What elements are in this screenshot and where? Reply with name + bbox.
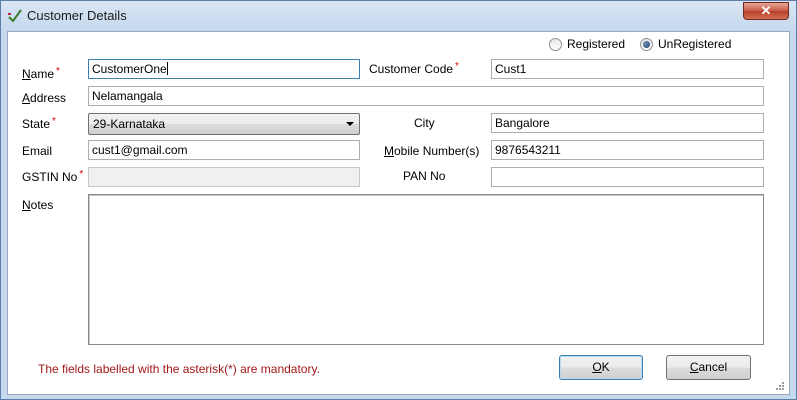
form-panel: Registered UnRegistered Name * CustomerOn… [7,31,790,395]
customer-details-window: Customer Details ✕ Registered UnRegister… [0,0,797,400]
required-marker: * [56,66,60,77]
mobile-label: Mobile Number(s) [384,144,480,158]
pan-input[interactable] [491,167,764,187]
notes-textarea[interactable] [88,194,764,345]
close-button[interactable]: ✕ [743,2,789,20]
chevron-down-icon [346,122,354,126]
app-icon [8,9,22,23]
registered-radio[interactable] [549,38,562,51]
required-marker: * [455,61,459,72]
close-icon: ✕ [760,3,772,18]
customer-code-label: Customer Code * [369,61,459,76]
email-input[interactable]: cust1@gmail.com [88,140,360,160]
email-label: Email [22,144,53,158]
state-selected-value: 29-Karnataka [93,117,166,131]
gstin-input [88,167,360,187]
address-input[interactable]: Nelamangala [88,86,764,106]
window-title: Customer Details [27,8,127,23]
customer-code-input[interactable]: Cust1 [491,59,764,79]
city-input[interactable]: Bangalore [491,113,764,133]
title-bar[interactable]: Customer Details ✕ [1,1,796,31]
ok-button[interactable]: OK [559,355,643,380]
state-dropdown[interactable]: 29-Karnataka [88,113,360,135]
cancel-button[interactable]: Cancel [666,355,751,380]
gstin-label: GSTIN No * [22,169,84,184]
notes-label: Notes [22,198,54,212]
name-input[interactable]: CustomerOne [88,59,360,79]
registered-label[interactable]: Registered [567,37,625,51]
city-label: City [414,116,435,130]
name-label: Name * [22,66,60,81]
pan-label: PAN No [403,169,446,183]
required-marker: * [79,169,84,180]
text-cursor [166,62,168,75]
address-label: Address [22,91,67,105]
mandatory-fields-message: The fields labelled with the asterisk(*)… [38,362,320,376]
unregistered-label[interactable]: UnRegistered [658,37,731,51]
required-marker: * [52,116,56,127]
mobile-input[interactable]: 9876543211 [491,140,764,160]
unregistered-radio[interactable] [640,38,653,51]
state-label: State * [22,116,56,131]
resize-grip-icon[interactable] [775,381,785,391]
